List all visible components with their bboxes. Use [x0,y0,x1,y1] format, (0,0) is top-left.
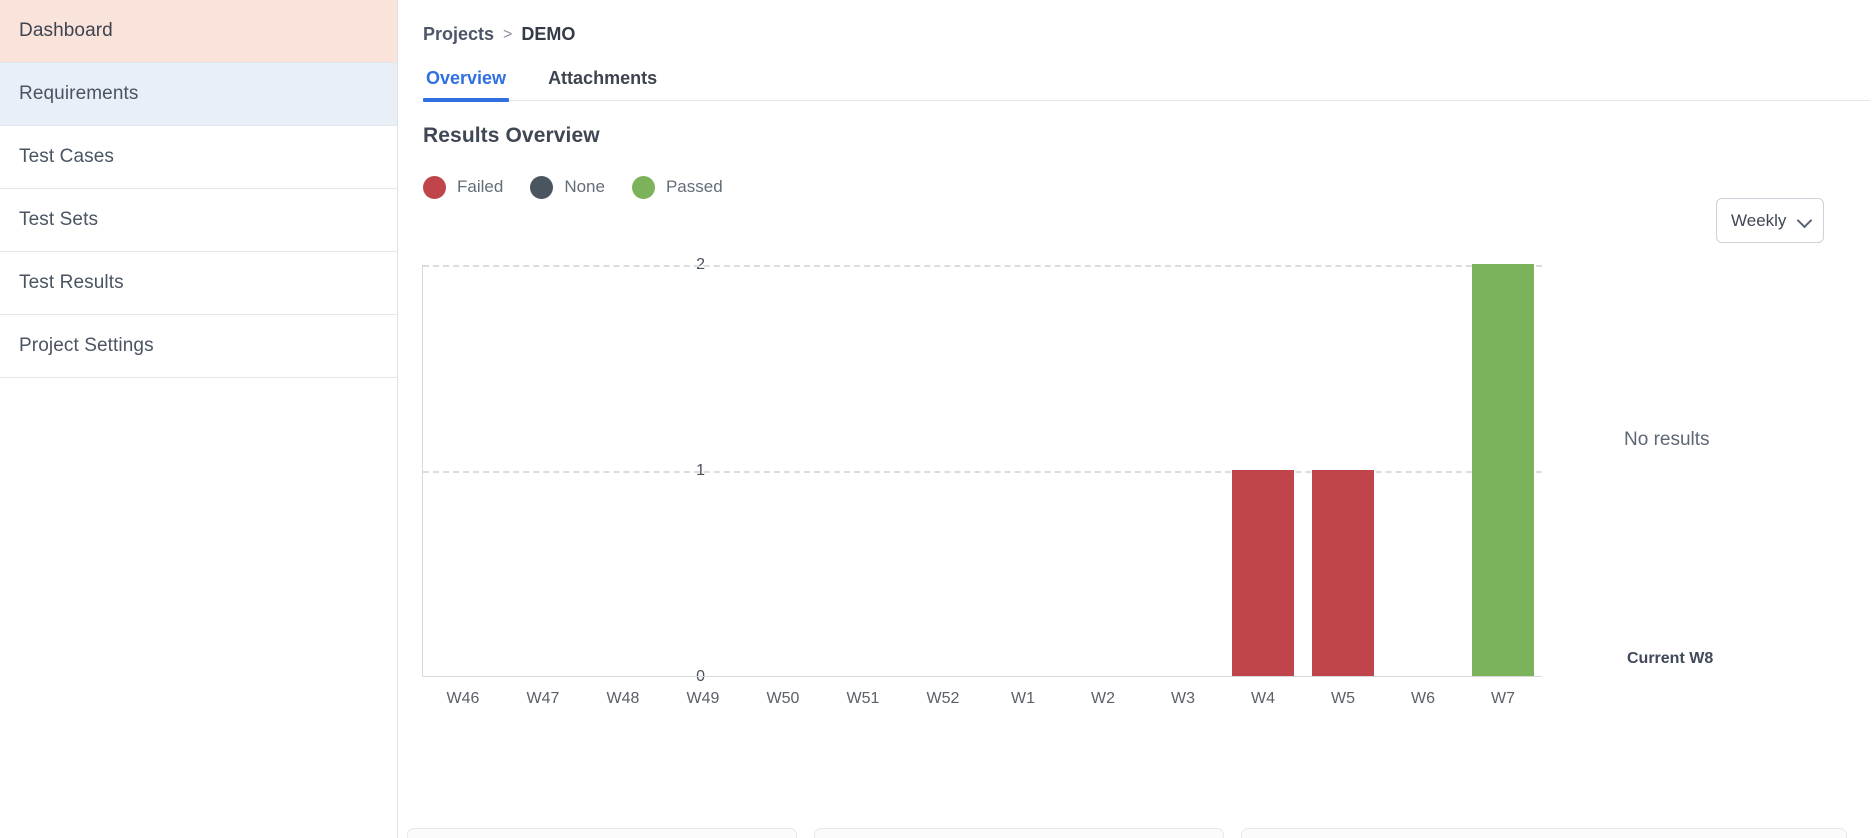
bar-slot-w51: W51 [823,264,903,707]
tab-overview[interactable]: Overview [423,68,510,102]
bar-slot-w3: W3 [1143,264,1223,707]
bar-slot-w47: W47 [503,264,583,707]
legend-label: None [564,177,605,196]
tab-label: Attachments [548,68,658,88]
page-title: Results Overview [423,124,600,147]
bar-slot-w4: W4 [1223,264,1303,707]
chart-bars: W46 W47 W48 W49 W50 W51 W52 W1 W2 W3 W4 W5 W6 W7 [423,264,1543,707]
breadcrumb-separator-icon: > [503,25,513,43]
x-axis-tick: W1 [1011,690,1035,707]
bar-passed-w7[interactable] [1472,264,1534,676]
results-overview-chart: 2 1 0 W46 W47 W48 W49 W50 W51 W52 W1 W2 W3 W4 W5 W6 W… [382,256,1832,707]
sidebar-item-label: Requirements [19,83,139,104]
x-axis-tick: W51 [846,690,880,707]
bar-failed-w4[interactable] [1232,470,1294,676]
bar-slot-w5: W5 [1303,264,1383,707]
x-axis-tick: W4 [1251,690,1275,707]
app-root: Dashboard Requirements Test Cases Test S… [0,0,1872,838]
tab-attachments[interactable]: Attachments [545,68,660,100]
bottom-card-strip [407,828,1847,838]
sidebar-item-label: Project Settings [19,335,154,356]
breadcrumb: Projects > DEMO [423,24,1872,45]
x-axis-tick: W47 [526,690,560,707]
legend-item-none[interactable]: None [530,175,605,199]
chevron-down-icon [1798,214,1811,227]
bar-slot-w52: W52 [903,264,983,707]
sidebar-item-label: Test Sets [19,209,99,230]
legend-item-failed[interactable]: Failed [423,175,504,199]
sidebar-item-test-results[interactable]: Test Results [0,252,397,315]
x-axis-tick: W52 [926,690,960,707]
legend-label: Passed [665,177,723,196]
x-axis-tick: W7 [1491,690,1515,707]
legend-item-passed[interactable]: Passed [631,175,723,199]
bar-slot-w1: W1 [983,264,1063,707]
x-axis-tick: W50 [766,690,800,707]
bar-slot-w50: W50 [743,264,823,707]
legend-label: Failed [457,177,504,196]
summary-card[interactable] [814,828,1224,838]
bar-slot-w49: W49 [663,264,743,707]
sidebar-item-test-cases[interactable]: Test Cases [0,126,397,189]
sidebar-item-label: Test Results [19,272,124,293]
summary-card[interactable] [407,828,797,838]
no-results-annotation: No results [1624,429,1710,450]
sidebar: Dashboard Requirements Test Cases Test S… [0,0,398,838]
chart-legend-row: Failed None Passed [423,172,1870,202]
x-axis-tick: W3 [1171,690,1195,707]
x-axis-tick: W46 [446,690,480,707]
bar-slot-w46: W46 [423,264,503,707]
tab-bar: Overview Attachments [423,68,1870,102]
legend-swatch-passed [631,175,655,199]
legend-swatch-failed [423,175,446,199]
bar-slot-w2: W2 [1063,264,1143,707]
x-axis-tick: W48 [606,690,640,707]
sidebar-item-test-sets[interactable]: Test Sets [0,189,397,252]
bar-slot-w48: W48 [583,264,663,707]
sidebar-item-project-settings[interactable]: Project Settings [0,315,397,378]
breadcrumb-current-project: DEMO [521,24,576,44]
period-select-value: Weekly [1731,210,1787,230]
breadcrumb-projects-link[interactable]: Projects [423,24,494,45]
current-week-annotation: Current W8 [1627,650,1714,667]
summary-card[interactable] [1241,828,1847,838]
legend-swatch-none [530,175,554,199]
x-axis-tick: W2 [1091,690,1115,707]
period-select-dropdown[interactable]: Weekly [1716,198,1824,243]
bar-failed-w5[interactable] [1312,470,1374,676]
bar-slot-w6: W6 [1383,264,1463,707]
sidebar-item-dashboard[interactable]: Dashboard [0,0,397,63]
tab-label: Overview [426,68,507,88]
chart-plot-area: W46 W47 W48 W49 W50 W51 W52 W1 W2 W3 W4 W5 W6 W7 [422,264,1543,707]
chart-legend: Failed None Passed [423,175,723,199]
x-axis-tick: W49 [686,690,720,707]
x-axis-tick: W5 [1331,690,1355,707]
sidebar-item-label: Test Cases [19,146,114,167]
sidebar-item-requirements[interactable]: Requirements [0,63,397,126]
x-axis-tick: W6 [1411,690,1435,707]
sidebar-item-label: Dashboard [19,20,113,41]
bar-slot-w7: W7 [1463,264,1543,707]
